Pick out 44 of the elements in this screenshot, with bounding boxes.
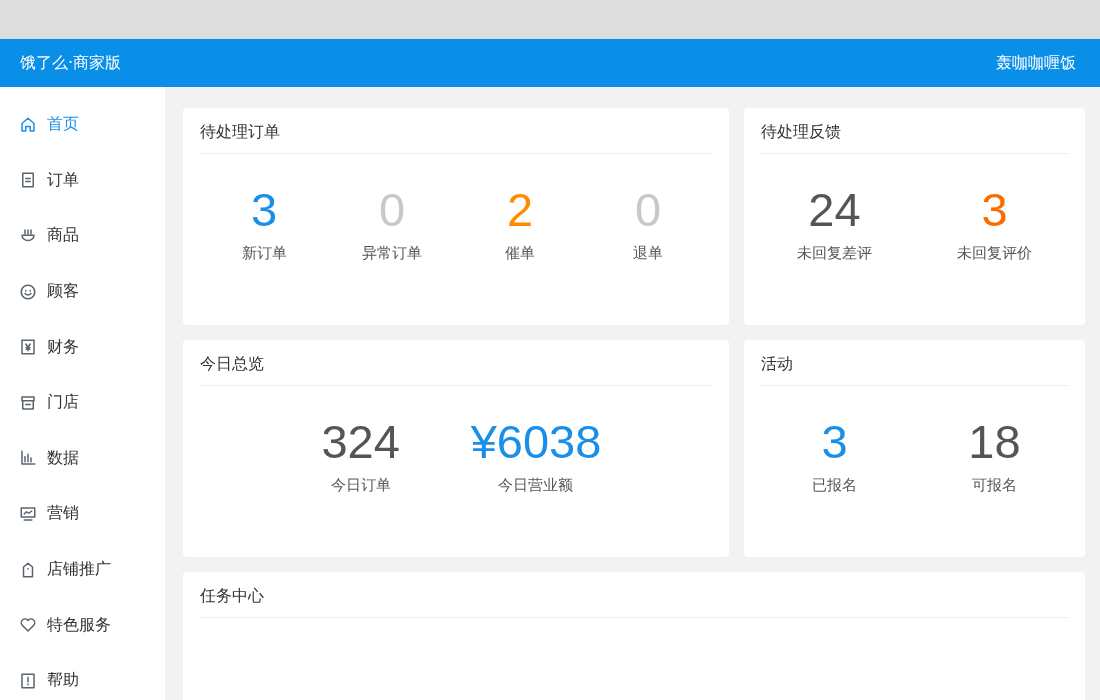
sidebar-item[interactable]: 门店: [0, 374, 165, 431]
menu-item-icon: [19, 393, 37, 412]
stat-value: 24: [808, 182, 861, 238]
sidebar-item[interactable]: 顾客: [0, 263, 165, 320]
app-name: 饿了么·商家版: [20, 52, 122, 74]
sidebar-item[interactable]: 店铺推广: [0, 541, 165, 598]
stat-label: 未回复评价: [957, 244, 1032, 263]
menu-item-icon: [19, 504, 37, 523]
menu-item-icon: [19, 449, 37, 468]
stat-value: ¥6038: [470, 414, 602, 470]
stat-value: 18: [968, 414, 1021, 470]
menu-item-icon: [19, 616, 37, 635]
stat-label: 今日订单: [330, 476, 391, 495]
sidebar-item[interactable]: 营销: [0, 486, 165, 542]
stat-label: 可报名: [972, 476, 1017, 495]
stat-value: 324: [321, 414, 400, 470]
stat-label: 新订单: [241, 244, 287, 263]
stat-value: 2: [506, 182, 534, 238]
stat-value: 3: [981, 182, 1008, 238]
stat-label: 未回复差评: [797, 244, 872, 263]
card-title: 今日总览: [200, 340, 712, 386]
menu-item-icon: [19, 171, 37, 190]
card-title: 待处理订单: [200, 108, 712, 154]
sidebar-item[interactable]: 财务: [0, 319, 165, 375]
stat-label: 催单: [505, 244, 535, 263]
menu-item-icon: [19, 338, 37, 357]
sidebar-item[interactable]: 帮助: [0, 652, 165, 700]
stat-label: 今日营业额: [498, 476, 574, 495]
sidebar-item[interactable]: 订单: [0, 152, 165, 209]
stat-label: 已报名: [812, 476, 857, 495]
sidebar-item[interactable]: 首页: [0, 97, 165, 153]
sidebar-item[interactable]: 特色服务: [0, 597, 165, 653]
card-title: 待处理反馈: [761, 108, 1068, 154]
menu-item-icon: [19, 115, 37, 134]
stat-value: 3: [250, 182, 278, 238]
menu-item-icon: [19, 282, 37, 301]
sidebar-item[interactable]: 商品: [0, 208, 165, 264]
card-title: 任务中心: [200, 572, 1068, 618]
menu-item-icon: [19, 671, 37, 690]
sidebar-item[interactable]: 数据: [0, 430, 165, 487]
stat-label: 退单: [633, 244, 663, 263]
card-title: 活动: [761, 340, 1068, 386]
stat-label: 异常订单: [362, 244, 422, 263]
stat-value: 3: [821, 414, 848, 470]
